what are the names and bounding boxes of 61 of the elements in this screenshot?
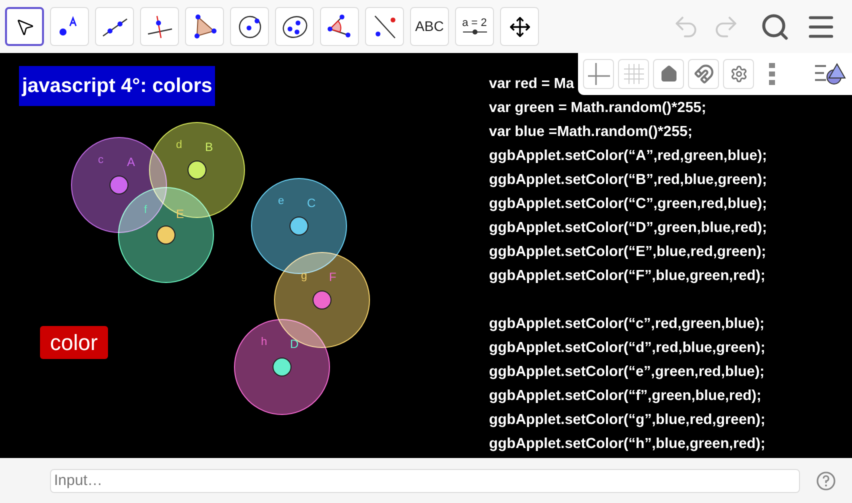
point-label: A: [127, 155, 136, 169]
title-text: javascript 4°: colors: [19, 66, 216, 106]
code-line: ggbApplet.setColor(“F”,blue,green,red);: [489, 267, 766, 286]
point[interactable]: [312, 290, 332, 310]
move-icon: [508, 16, 530, 38]
style-button[interactable]: [583, 59, 614, 89]
style-button[interactable]: [688, 59, 719, 89]
code-line: ggbApplet.setColor(“C”,green,red,blue);: [489, 195, 767, 214]
point-label: B: [205, 140, 214, 154]
magnet-icon: [694, 64, 714, 84]
help-icon[interactable]: [816, 470, 836, 490]
point[interactable]: [272, 358, 292, 376]
pointer-icon: [14, 16, 34, 36]
tool-button[interactable]: [5, 7, 44, 46]
code-line: var green = Math.random()*255;: [489, 99, 706, 118]
more-icon: [769, 63, 775, 85]
code-line: ggbApplet.setColor(“f”,green,blue,red);: [489, 387, 762, 406]
home-icon: [660, 65, 678, 83]
point[interactable]: [290, 216, 308, 236]
code-line: ggbApplet.setColor(“D”,green,blue,red);: [489, 219, 767, 238]
circle-label: g: [301, 270, 308, 282]
tool-button[interactable]: a = 2: [455, 7, 494, 46]
style-button[interactable]: [723, 59, 754, 89]
style-button[interactable]: [653, 59, 684, 89]
code-line: var red = Ma: [489, 75, 574, 94]
code-line: ggbApplet.setColor(“h”,blue,green,red);: [489, 435, 766, 454]
triangle-icon: [192, 14, 218, 40]
code-line: ggbApplet.setColor(“e”,green,red,blue);: [489, 363, 765, 382]
view-toggle-icon: [814, 62, 846, 86]
circle-label: h: [261, 336, 268, 348]
tool-button[interactable]: ABC: [410, 7, 449, 46]
point-label: D: [290, 337, 299, 351]
point[interactable]: [188, 160, 206, 180]
circle-label: e: [278, 195, 284, 207]
ellipse-icon: [280, 14, 308, 40]
angle-icon: [326, 14, 354, 40]
code-line: var blue =Math.random()*255;: [489, 123, 692, 142]
circle-icon: [236, 14, 262, 40]
perpendicular-line-icon: [146, 14, 174, 40]
circle-label: c: [98, 154, 104, 166]
point[interactable]: [156, 226, 176, 244]
grid-icon: [622, 63, 644, 85]
point-label: C: [307, 196, 316, 210]
circle-label: f: [144, 204, 148, 216]
code-line: ggbApplet.setColor(“A”,red,green,blue);: [489, 147, 767, 166]
point-label: F: [329, 270, 336, 284]
color-button[interactable]: color: [40, 326, 108, 359]
code-line: ggbApplet.setColor(“g”,blue,red,green);: [489, 411, 766, 430]
code-line: ggbApplet.setColor(“c”,red,green,blue);: [489, 315, 765, 334]
reflect-icon: [372, 14, 398, 40]
settings-icon: [730, 65, 748, 83]
axes-icon: [586, 62, 610, 86]
circle-label: d: [176, 139, 182, 151]
search-icon: [760, 12, 790, 42]
point-label: E: [176, 207, 184, 221]
code-line: ggbApplet.setColor(“B”,red,blue,green);: [489, 171, 767, 190]
point[interactable]: [110, 176, 128, 194]
code-line: ggbApplet.setColor(“E”,blue,red,green);: [489, 243, 766, 262]
slider-icon: [462, 29, 488, 35]
input-field[interactable]: Input…: [50, 468, 800, 492]
code-line: ggbApplet.setColor(“d”,red,blue,green);: [489, 339, 766, 358]
